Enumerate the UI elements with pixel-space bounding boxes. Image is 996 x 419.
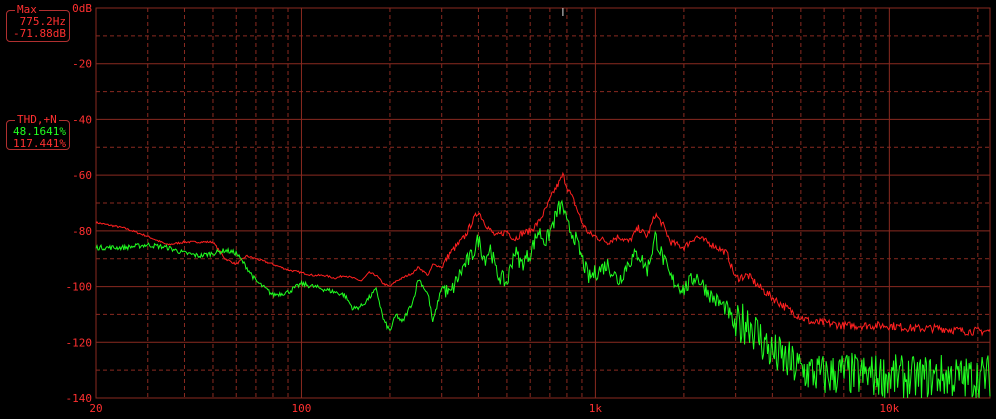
x-tick-label: 1k	[589, 402, 603, 415]
y-tick-label: -100	[66, 281, 93, 294]
y-tick-label: -140	[66, 392, 93, 405]
max-readout-level: -71.88dB	[13, 27, 66, 40]
y-tick-label: -20	[72, 58, 92, 71]
x-tick-label: 20	[89, 402, 102, 415]
y-tick-label: -40	[72, 113, 92, 126]
y-tick-label: -120	[66, 336, 93, 349]
spectrum-window: 0dB -20 -40 -60 -80 -100 -120 -140 20 100 1k 10k Ma…	[0, 0, 996, 419]
y-tick-label: -80	[72, 225, 92, 238]
spectrum-chart: 0dB -20 -40 -60 -80 -100 -120 -14020 100 1k 10k	[66, 2, 991, 415]
x-tick-label: 10k	[879, 402, 899, 415]
x-tick-label: 100	[292, 402, 312, 415]
thd-readout-value2: 117.441%	[13, 137, 66, 150]
max-readout-title: Max	[15, 3, 39, 16]
thd-readout-box: THD,+N 48.1641% 117.441%	[6, 114, 70, 150]
y-tick-label: -60	[72, 169, 92, 182]
y-tick-label: 0dB	[72, 2, 92, 15]
max-readout-box: Max 775.2Hz -71.88dB	[6, 4, 70, 42]
thd-readout-title: THD,+N	[15, 113, 59, 126]
